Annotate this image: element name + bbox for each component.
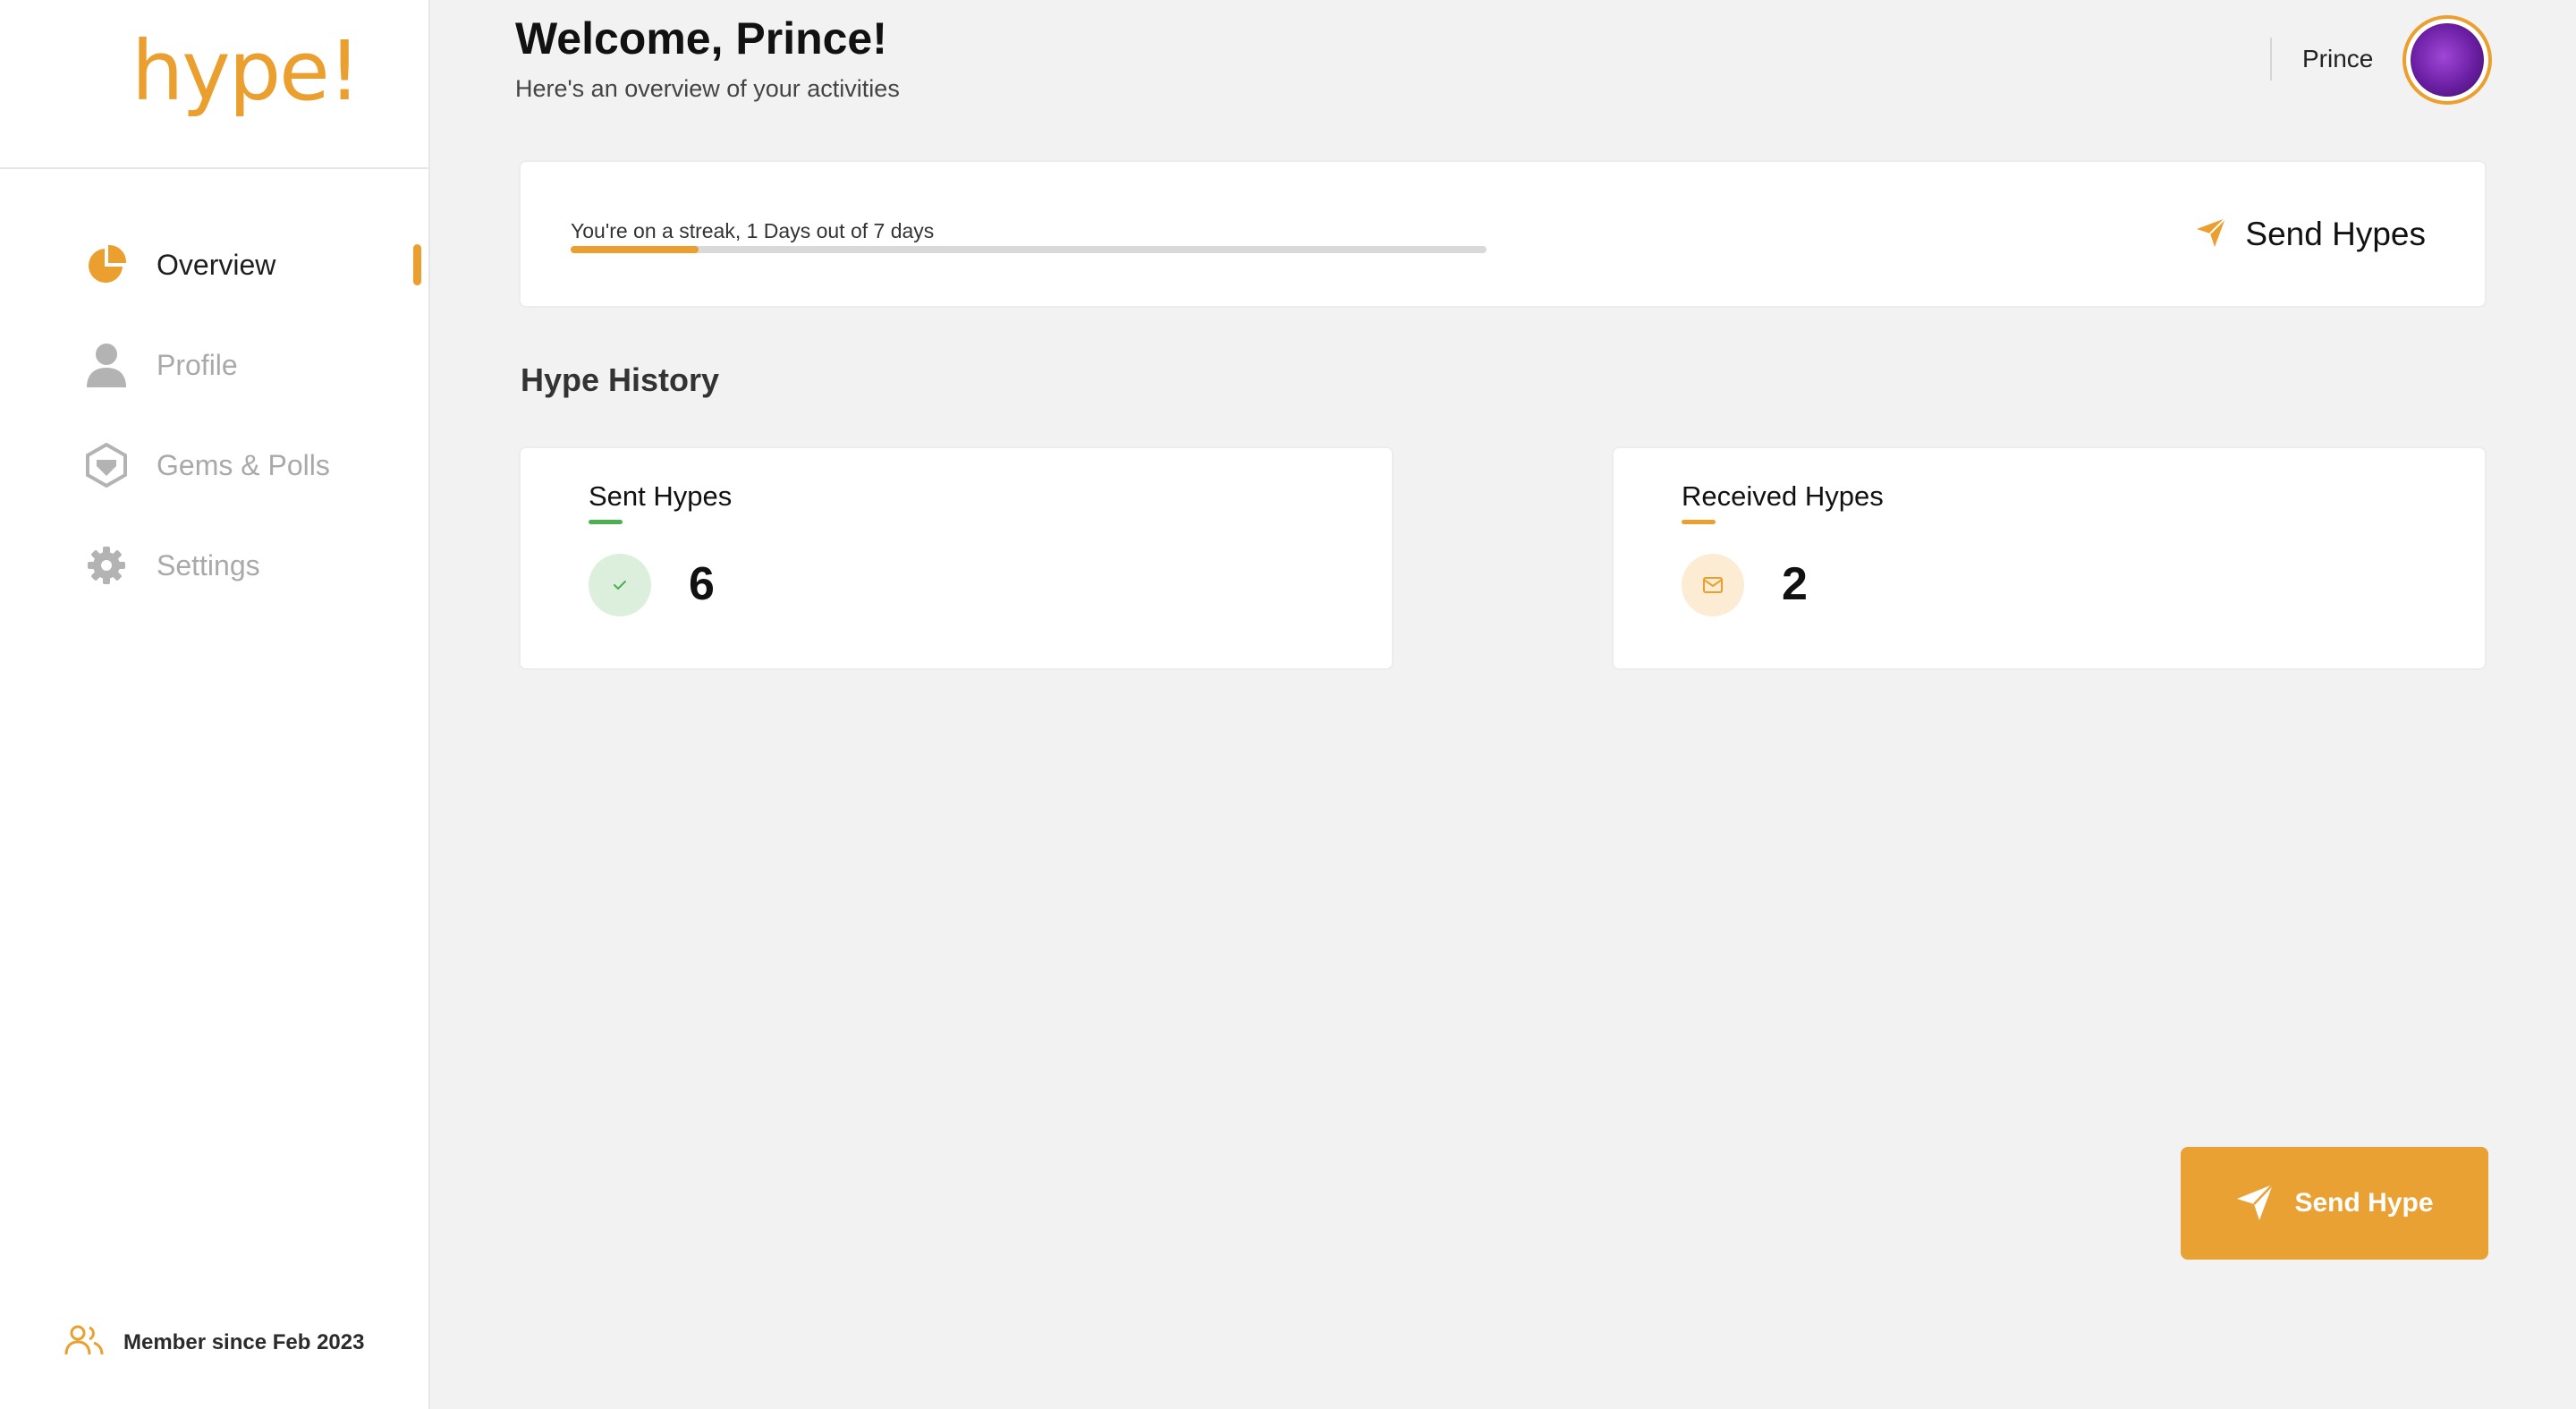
send-hype-label: Send Hype: [2294, 1188, 2434, 1218]
page-title: Welcome, Prince!: [515, 13, 887, 64]
avatar[interactable]: [2402, 15, 2492, 105]
sent-hypes-title: Sent Hypes: [589, 480, 733, 512]
sidebar-item-label: Gems & Polls: [157, 448, 330, 481]
member-since-label: Member since Feb 2023: [123, 1329, 365, 1354]
sidebar-nav: Overview Profile Gems & Polls Settings: [0, 215, 428, 615]
users-icon: [64, 1324, 104, 1361]
section-title: Hype History: [521, 361, 720, 398]
streak-progress-fill: [571, 246, 699, 253]
pie-chart-icon: [86, 242, 127, 287]
received-hypes-title: Received Hypes: [1682, 480, 1884, 512]
active-indicator: [413, 244, 421, 285]
sent-hypes-underline: [589, 520, 623, 524]
app-logo[interactable]: hype!: [131, 30, 361, 113]
page-subtitle: Here's an overview of your activities: [515, 75, 900, 102]
header-divider: [2270, 38, 2272, 81]
sidebar-item-settings[interactable]: Settings: [0, 515, 428, 615]
sidebar: hype! Overview Profile Gems & Polls Sett…: [0, 0, 430, 1409]
received-hypes-card[interactable]: Received Hypes 2: [1612, 446, 2487, 670]
user-icon: [86, 343, 127, 387]
avatar-image: [2411, 23, 2484, 97]
sidebar-item-label: Overview: [157, 248, 276, 281]
sidebar-item-gems-polls[interactable]: Gems & Polls: [0, 415, 428, 515]
mail-icon: [1682, 554, 1744, 616]
send-hypes-label: Send Hypes: [2245, 216, 2426, 252]
streak-card: You're on a streak, 1 Days out of 7 days…: [519, 160, 2487, 308]
sent-hypes-card[interactable]: Sent Hypes 6: [519, 446, 1394, 670]
sent-hypes-count: 6: [689, 558, 715, 610]
received-hypes-count: 2: [1782, 558, 1808, 610]
sidebar-item-label: Settings: [157, 548, 260, 581]
send-icon: [2235, 1183, 2275, 1225]
streak-progress-bar: [571, 246, 1487, 253]
streak-text: You're on a streak, 1 Days out of 7 days: [571, 219, 935, 242]
send-icon: [2195, 216, 2227, 253]
send-hype-button[interactable]: Send Hype: [2181, 1147, 2488, 1260]
logo-area: hype!: [0, 0, 428, 169]
send-hypes-link[interactable]: Send Hypes: [2195, 216, 2426, 253]
user-name[interactable]: Prince: [2302, 45, 2373, 73]
member-since: Member since Feb 2023: [64, 1324, 364, 1361]
sidebar-item-label: Profile: [157, 348, 238, 381]
gem-icon: [86, 443, 127, 488]
received-hypes-underline: [1682, 520, 1716, 524]
gear-icon: [86, 543, 127, 588]
sidebar-item-profile[interactable]: Profile: [0, 315, 428, 415]
check-icon: [589, 554, 651, 616]
sidebar-item-overview[interactable]: Overview: [0, 215, 428, 315]
